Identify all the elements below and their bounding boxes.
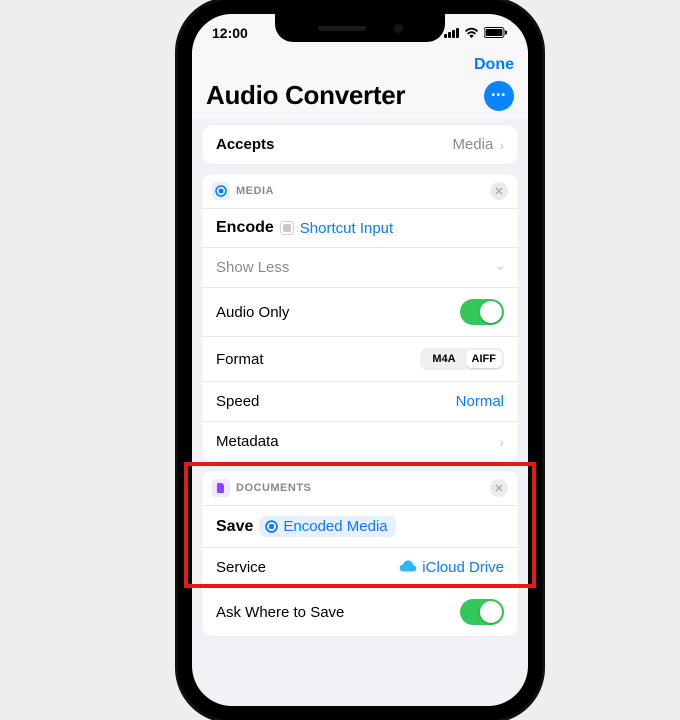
chevron-down-icon: › [494,265,510,270]
speed-row[interactable]: Speed Normal [202,381,518,421]
status-time: 12:00 [212,25,248,41]
documents-app-icon [212,479,230,497]
ask-where-row: Ask Where to Save [202,587,518,636]
content: Accepts Media › MEDIA ✕ [192,119,528,636]
phone-inner-frame: 12:00 Done Audio Converter ••• [188,10,532,710]
ellipsis-icon: ••• [491,90,506,101]
encode-action-row[interactable]: Encode Shortcut Input [202,209,518,247]
media-action-card: MEDIA ✕ Encode Shortcut Input Show Less … [202,174,518,461]
accepts-row[interactable]: Accepts Media › [202,125,518,164]
format-segmented-control[interactable]: M4A AIFF [420,348,504,370]
media-caption: MEDIA [236,185,274,197]
header: Done Audio Converter ••• [192,52,528,119]
chevron-right-icon: › [499,434,504,450]
save-verb: Save [216,518,253,536]
status-icons [444,25,508,41]
speed-value: Normal [456,393,504,410]
speed-label: Speed [216,393,259,410]
close-icon: ✕ [494,482,503,495]
wifi-icon [464,25,479,41]
close-icon: ✕ [494,185,503,198]
format-row: Format M4A AIFF [202,336,518,381]
front-camera [394,24,403,33]
variable-token-icon [280,221,294,235]
ask-where-label: Ask Where to Save [216,604,344,621]
battery-icon [484,25,508,41]
notch [275,14,445,42]
screen: 12:00 Done Audio Converter ••• [192,14,528,706]
page-title: Audio Converter [206,80,405,111]
documents-caption: DOCUMENTS [236,482,311,494]
audio-only-row: Audio Only [202,287,518,336]
accepts-card: Accepts Media › [202,125,518,164]
media-remove-button[interactable]: ✕ [490,182,508,200]
media-token-icon [265,520,278,533]
format-option-m4a[interactable]: M4A [426,350,461,368]
format-label: Format [216,351,264,368]
encode-verb: Encode [216,219,274,237]
accepts-label: Accepts [216,136,274,153]
metadata-row[interactable]: Metadata › [202,421,518,461]
documents-card-header: DOCUMENTS ✕ [202,471,518,506]
media-app-icon [212,182,230,200]
accepts-value: Media [452,136,493,153]
encoded-media-label: Encoded Media [283,518,387,535]
show-less-label: Show Less [216,259,289,276]
more-button[interactable]: ••• [484,81,514,111]
format-option-aiff[interactable]: AIFF [466,350,502,368]
encoded-media-token[interactable]: Encoded Media [259,516,395,537]
chevron-right-icon: › [499,137,504,153]
service-value: iCloud Drive [422,559,504,576]
show-less-row[interactable]: Show Less › [202,247,518,287]
cloud-icon [399,559,417,576]
audio-only-label: Audio Only [216,304,289,321]
documents-remove-button[interactable]: ✕ [490,479,508,497]
speaker-grille [318,26,366,31]
documents-action-card: DOCUMENTS ✕ Save Encoded Media Serv [202,471,518,636]
cellular-signal-icon [444,28,459,38]
service-row[interactable]: Service iCloud Drive [202,547,518,587]
audio-only-toggle[interactable] [460,299,504,325]
done-button[interactable]: Done [474,56,514,74]
service-label: Service [216,559,266,576]
phone-frame: 12:00 Done Audio Converter ••• [178,0,542,720]
shortcut-input-token[interactable]: Shortcut Input [300,220,393,237]
save-action-row[interactable]: Save Encoded Media [202,506,518,547]
ask-where-toggle[interactable] [460,599,504,625]
media-card-header: MEDIA ✕ [202,174,518,209]
metadata-label: Metadata [216,433,279,450]
